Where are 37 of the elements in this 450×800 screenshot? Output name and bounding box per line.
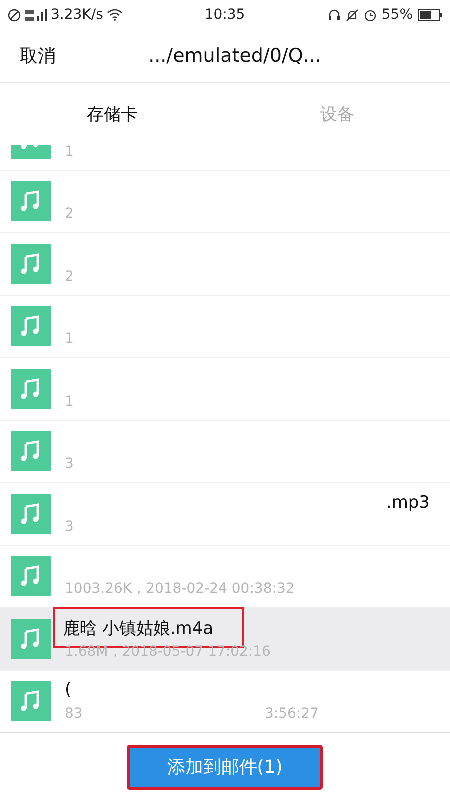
music-file-icon — [11, 681, 51, 722]
file-details: 1 — [65, 331, 74, 348]
battery-percent: 55% — [382, 7, 413, 23]
file-details: 3 — [65, 518, 74, 535]
file-name: ( — [65, 680, 72, 700]
cancel-button[interactable]: 取消 — [20, 44, 56, 68]
file-details-end: 3:56:27 — [265, 706, 319, 722]
network-speed: 3.23K/s — [51, 7, 104, 23]
alarm-icon — [364, 8, 377, 22]
music-file-icon — [11, 556, 51, 596]
headset-icon — [328, 8, 341, 22]
music-file-icon — [11, 306, 51, 346]
signal-icon — [25, 8, 47, 22]
file-details: 83 — [65, 706, 84, 722]
file-details: 1 — [65, 394, 74, 410]
no-disturb-icon — [8, 8, 21, 22]
file-details: 1003.26K，2018-02-24 00:38:32 — [65, 580, 295, 598]
file-name-end: .mp3 — [386, 492, 430, 513]
file-row[interactable]: 鹿晗 小镇姑娘.m4a 1.68M，2018-05-07 17:02:16 — [0, 607, 450, 670]
storage-tab[interactable]: 设备 — [320, 102, 354, 126]
storage-tab[interactable]: 存储卡 — [87, 102, 138, 126]
wifi-icon — [107, 9, 124, 21]
file-details: 2 — [65, 268, 74, 285]
music-file-icon — [11, 244, 51, 284]
bell-muted-icon — [346, 8, 359, 22]
folder-path-title: .../emulated/0/Q... — [148, 45, 322, 67]
file-details: 3 — [65, 456, 74, 472]
music-file-icon — [11, 431, 51, 472]
clock-time: 10:35 — [204, 7, 246, 23]
file-details: 2 — [65, 206, 74, 222]
add-to-mail-button[interactable]: 添加到邮件(1) — [127, 744, 323, 790]
file-details: 1 — [65, 145, 74, 160]
music-file-icon — [11, 181, 51, 222]
music-file-icon — [11, 368, 51, 409]
music-file-icon — [11, 618, 51, 659]
battery-icon — [418, 9, 442, 21]
music-file-icon — [11, 494, 51, 534]
